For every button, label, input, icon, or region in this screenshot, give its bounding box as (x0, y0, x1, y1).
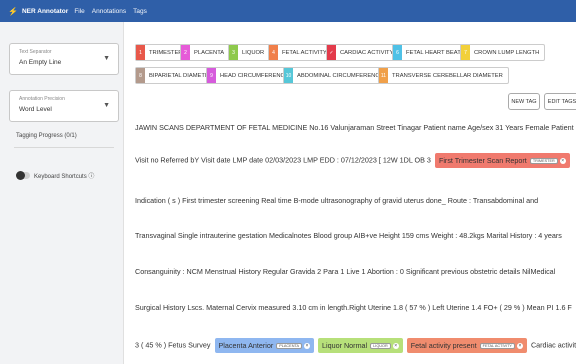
tag-fetal-heart-beat[interactable]: 6 FETAL HEART BEAT (392, 44, 467, 61)
new-tag-button[interactable]: NEW TAG (508, 93, 540, 110)
tag-abdominal-circumference[interactable]: 10 ABDOMINAL CIRCUMFERENCE (283, 67, 390, 84)
tagging-progress: Tagging Progress (0/1) (16, 133, 77, 139)
entity-tag-badge: FETAL ACTIVITY (479, 343, 515, 350)
tag-number: 6 (393, 45, 402, 60)
tag-label: CROWN LUMP LENGTH (474, 49, 540, 56)
entity-text: First Trimester Scan Report (438, 156, 527, 165)
entity-tag-badge: LIQUOR (370, 343, 391, 350)
doc-line: Transvaginal Single intrauterine gestati… (135, 231, 562, 240)
tag-crown-lump-length[interactable]: 7 CROWN LUMP LENGTH (460, 44, 546, 61)
tag-head-circumference[interactable]: 9 HEAD CIRCUMFERENCE (206, 67, 295, 84)
doc-line: Consanguinity : NCM Menstrual History Re… (135, 267, 556, 276)
tag-transverse-cerebellar-diameter[interactable]: 11 TRANSVERSE CEREBELLAR DIAMETER (378, 67, 509, 84)
tag-number: 4 (269, 45, 278, 60)
tag-fetal-activity[interactable]: 4 FETAL ACTIVITY (268, 44, 333, 61)
annotation-precision-select[interactable]: Annotation Precision Word Level ▼ (9, 90, 119, 122)
menu-tags[interactable]: Tags (133, 8, 147, 15)
sidebar: Text Separator An Empty Line ▼ Annotatio… (0, 22, 124, 364)
app-title: NER Annotator (21, 7, 69, 15)
tag-label: FETAL HEART BEAT (406, 49, 461, 56)
entity-text: Fetal activity present (410, 341, 477, 350)
tag-cardiac-activity[interactable]: ✓ CARDIAC ACTIVITY (326, 44, 400, 61)
doc-line: Surgical History Lscs. Maternal Cervix m… (135, 303, 572, 312)
tag-liquor[interactable]: 3 LIQUOR (228, 44, 271, 61)
remove-entity-icon[interactable]: × (304, 343, 311, 350)
tag-label: HEAD CIRCUMFERENCE (220, 72, 289, 79)
doc-line: Indication ( s ) First trimester screeni… (135, 196, 539, 205)
remove-entity-icon[interactable]: × (392, 343, 399, 350)
text-separator-value: An Empty Line (19, 59, 62, 66)
tag-label: BIPARIETAL DIAMETER (149, 72, 213, 79)
doc-line: Visit no Referred bY Visit date LMP date… (135, 153, 572, 168)
entity-text: Placenta Anterior (218, 341, 274, 350)
tag-label: CARDIAC ACTIVITY (340, 49, 394, 56)
app-header: ⚡ NER Annotator File Annotations Tags (0, 0, 576, 22)
text-separator-label: Text Separator (19, 49, 52, 55)
tag-number: ✓ (327, 45, 336, 60)
tag-label: LIQUOR (242, 49, 265, 56)
tag-number: 10 (284, 68, 293, 83)
tag-number: 3 (229, 45, 238, 60)
toggle-knob (16, 171, 25, 180)
text-separator-select[interactable]: Text Separator An Empty Line ▼ (9, 43, 119, 75)
entity-text: Liquor Normal (322, 341, 368, 350)
tag-label: TRANSVERSE CEREBELLAR DIAMETER (392, 72, 503, 79)
menu-file[interactable]: File (74, 8, 84, 15)
keyboard-shortcuts-toggle[interactable] (16, 171, 30, 180)
edit-tags-button[interactable]: EDIT TAGS (544, 93, 576, 110)
remove-entity-icon[interactable]: × (559, 158, 566, 165)
tag-label: ABDOMINAL CIRCUMFERENCE (297, 72, 384, 79)
entity-trimester[interactable]: First Trimester Scan Report TRIMESTER × (434, 153, 570, 168)
tag-label: TRIMESTER (149, 49, 183, 56)
keyboard-shortcuts-label: Keyboard Shortcuts ⓘ (34, 174, 95, 180)
tag-number: 8 (136, 68, 145, 83)
divider (14, 147, 114, 148)
menu-annotations[interactable]: Annotations (92, 8, 126, 15)
tag-label: PLACENTA (194, 49, 225, 56)
annotation-precision-value: Word Level (19, 106, 52, 113)
tag-number: 7 (461, 45, 470, 60)
entity-tag-badge: TRIMESTER (529, 158, 558, 165)
tag-number: 1 (136, 45, 145, 60)
doc-line: 3 ( 45 % ) Fetus Survey Placenta Anterio… (135, 338, 576, 353)
tag-number: 11 (379, 68, 388, 83)
app-logo-icon: ⚡ (8, 6, 18, 16)
chevron-down-icon: ▼ (103, 102, 110, 109)
doc-line: JAWIN SCANS DEPARTMENT OF FETAL MEDICINE… (135, 123, 576, 132)
chevron-down-icon: ▼ (103, 55, 110, 62)
tag-label: FETAL ACTIVITY (282, 49, 327, 56)
doc-text: Cardiac activity (530, 340, 576, 350)
tag-number: 9 (207, 68, 216, 83)
tag-placenta[interactable]: 2 PLACENTA (180, 44, 231, 61)
doc-text: 3 ( 45 % ) Fetus Survey (135, 340, 211, 350)
entity-liquor[interactable]: Liquor Normal LIQUOR × (318, 338, 403, 353)
entity-fetal-activity[interactable]: Fetal activity present FETAL ACTIVITY × (406, 338, 527, 353)
annotation-precision-label: Annotation Precision (19, 96, 65, 102)
entity-tag-badge: PLACENTA (276, 343, 303, 350)
entity-placenta[interactable]: Placenta Anterior PLACENTA × (214, 338, 315, 353)
doc-text: Visit no Referred bY Visit date LMP date… (135, 155, 431, 165)
tag-number: 2 (181, 45, 190, 60)
remove-entity-icon[interactable]: × (516, 343, 523, 350)
